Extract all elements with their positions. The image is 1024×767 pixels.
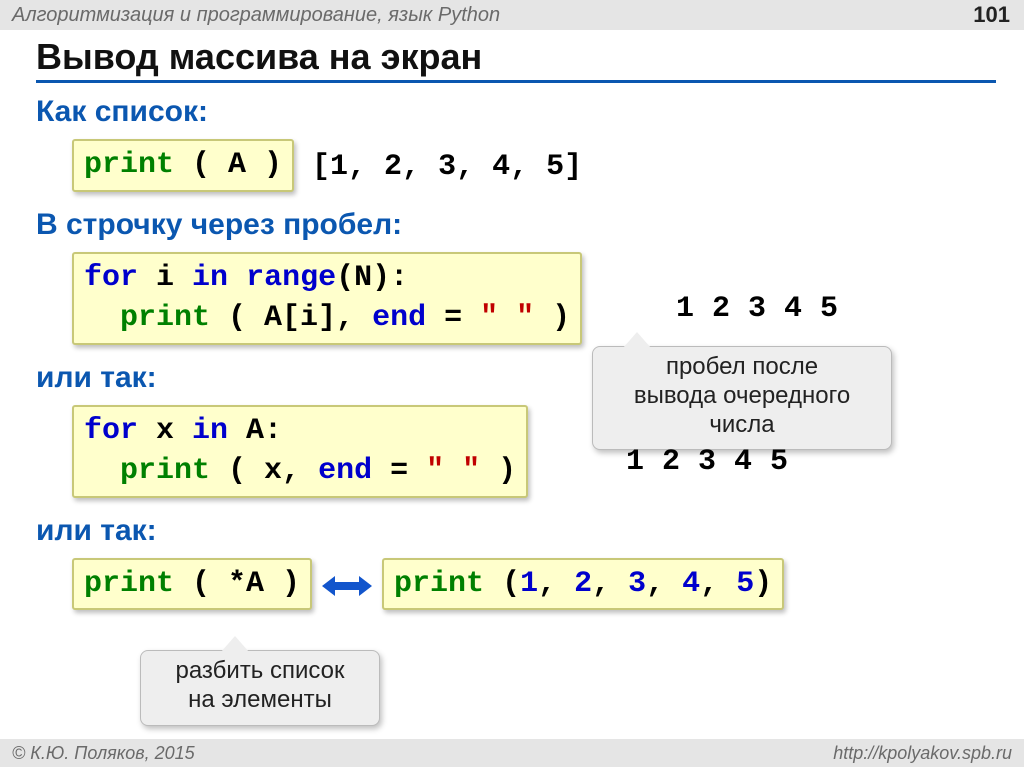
kw-print: print — [120, 454, 210, 488]
txt: (N): — [336, 261, 408, 295]
callout-tail-icon — [221, 636, 249, 652]
page-number: 101 — [973, 2, 1010, 28]
c: , — [538, 567, 574, 601]
indent — [84, 454, 120, 488]
kw-print: print — [84, 148, 174, 182]
row-star-unpack: print ( *A ) print (1, 2, 3, 4, 5) — [36, 554, 996, 619]
code-rest: ( A ) — [174, 148, 282, 182]
kw-range: range — [246, 261, 336, 295]
callout-tail-icon — [623, 332, 651, 348]
c: , — [646, 567, 682, 601]
page-title: Вывод массива на экран — [36, 36, 996, 83]
n: 1 — [520, 567, 538, 601]
str: " " — [426, 454, 480, 488]
double-arrow-icon — [322, 568, 372, 604]
block-for-range: for i in range(N): print ( A[i], end = "… — [36, 248, 996, 353]
copyright: © К.Ю. Поляков, 2015 — [12, 743, 195, 764]
c: , — [592, 567, 628, 601]
kw-print: print — [120, 301, 210, 335]
course-title: Алгоритмизация и программирование, язык … — [12, 4, 500, 27]
eq: = — [426, 301, 480, 335]
code-box-print-star: print ( *A ) — [72, 558, 312, 611]
close: ) — [754, 567, 772, 601]
note-line: пробел после — [609, 353, 875, 382]
kw-end: end — [318, 454, 372, 488]
sp — [228, 261, 246, 295]
txt: i — [138, 261, 192, 295]
kw-in: in — [192, 261, 228, 295]
slide: Алгоритмизация и программирование, язык … — [0, 0, 1024, 767]
indent — [84, 301, 120, 335]
code-box-for-range: for i in range(N): print ( A[i], end = "… — [72, 252, 582, 345]
kw-in: in — [192, 414, 228, 448]
n: 5 — [736, 567, 754, 601]
kw-end: end — [372, 301, 426, 335]
txt: ( A[i], — [210, 301, 372, 335]
code-box-print-a: print ( A ) — [72, 139, 294, 192]
txt: ( x, — [210, 454, 318, 488]
block-for-x: for x in A: print ( x, end = " " ) 1 2 3… — [36, 401, 996, 506]
close: ) — [534, 301, 570, 335]
code-box-print-expanded: print (1, 2, 3, 4, 5) — [382, 558, 784, 611]
output-list: [1, 2, 3, 4, 5] — [312, 150, 582, 184]
n: 3 — [628, 567, 646, 601]
row-print-list: print ( A ) [1, 2, 3, 4, 5] — [36, 135, 996, 200]
footer: © К.Ю. Поляков, 2015 http://kpolyakov.sp… — [0, 739, 1024, 767]
c: , — [700, 567, 736, 601]
str: " " — [480, 301, 534, 335]
kw-print: print — [84, 567, 174, 601]
kw-for: for — [84, 414, 138, 448]
kw-for: for — [84, 261, 138, 295]
kw-print: print — [394, 567, 484, 601]
callout-unpack: разбить список на элементы — [140, 650, 380, 726]
note-line: разбить список — [157, 657, 363, 686]
code-box-for-x: for x in A: print ( x, end = " " ) — [72, 405, 528, 498]
section-heading-1: Как список: — [36, 95, 996, 129]
txt: A: — [228, 414, 282, 448]
txt: x — [138, 414, 192, 448]
eq: = — [372, 454, 426, 488]
open: ( — [484, 567, 520, 601]
output-row-1: 1 2 3 4 5 — [676, 292, 838, 326]
or-heading-2: или так: — [36, 514, 996, 548]
course-header: Алгоритмизация и программирование, язык … — [0, 0, 1024, 30]
content: Вывод массива на экран Как список: print… — [0, 30, 1024, 618]
section-heading-2: В строчку через пробел: — [36, 208, 996, 242]
output-row-2: 1 2 3 4 5 — [626, 445, 788, 479]
footer-url: http://kpolyakov.spb.ru — [833, 743, 1012, 764]
txt: ( *A ) — [174, 567, 300, 601]
note-line: на элементы — [157, 686, 363, 715]
close: ) — [480, 454, 516, 488]
n: 4 — [682, 567, 700, 601]
n: 2 — [574, 567, 592, 601]
